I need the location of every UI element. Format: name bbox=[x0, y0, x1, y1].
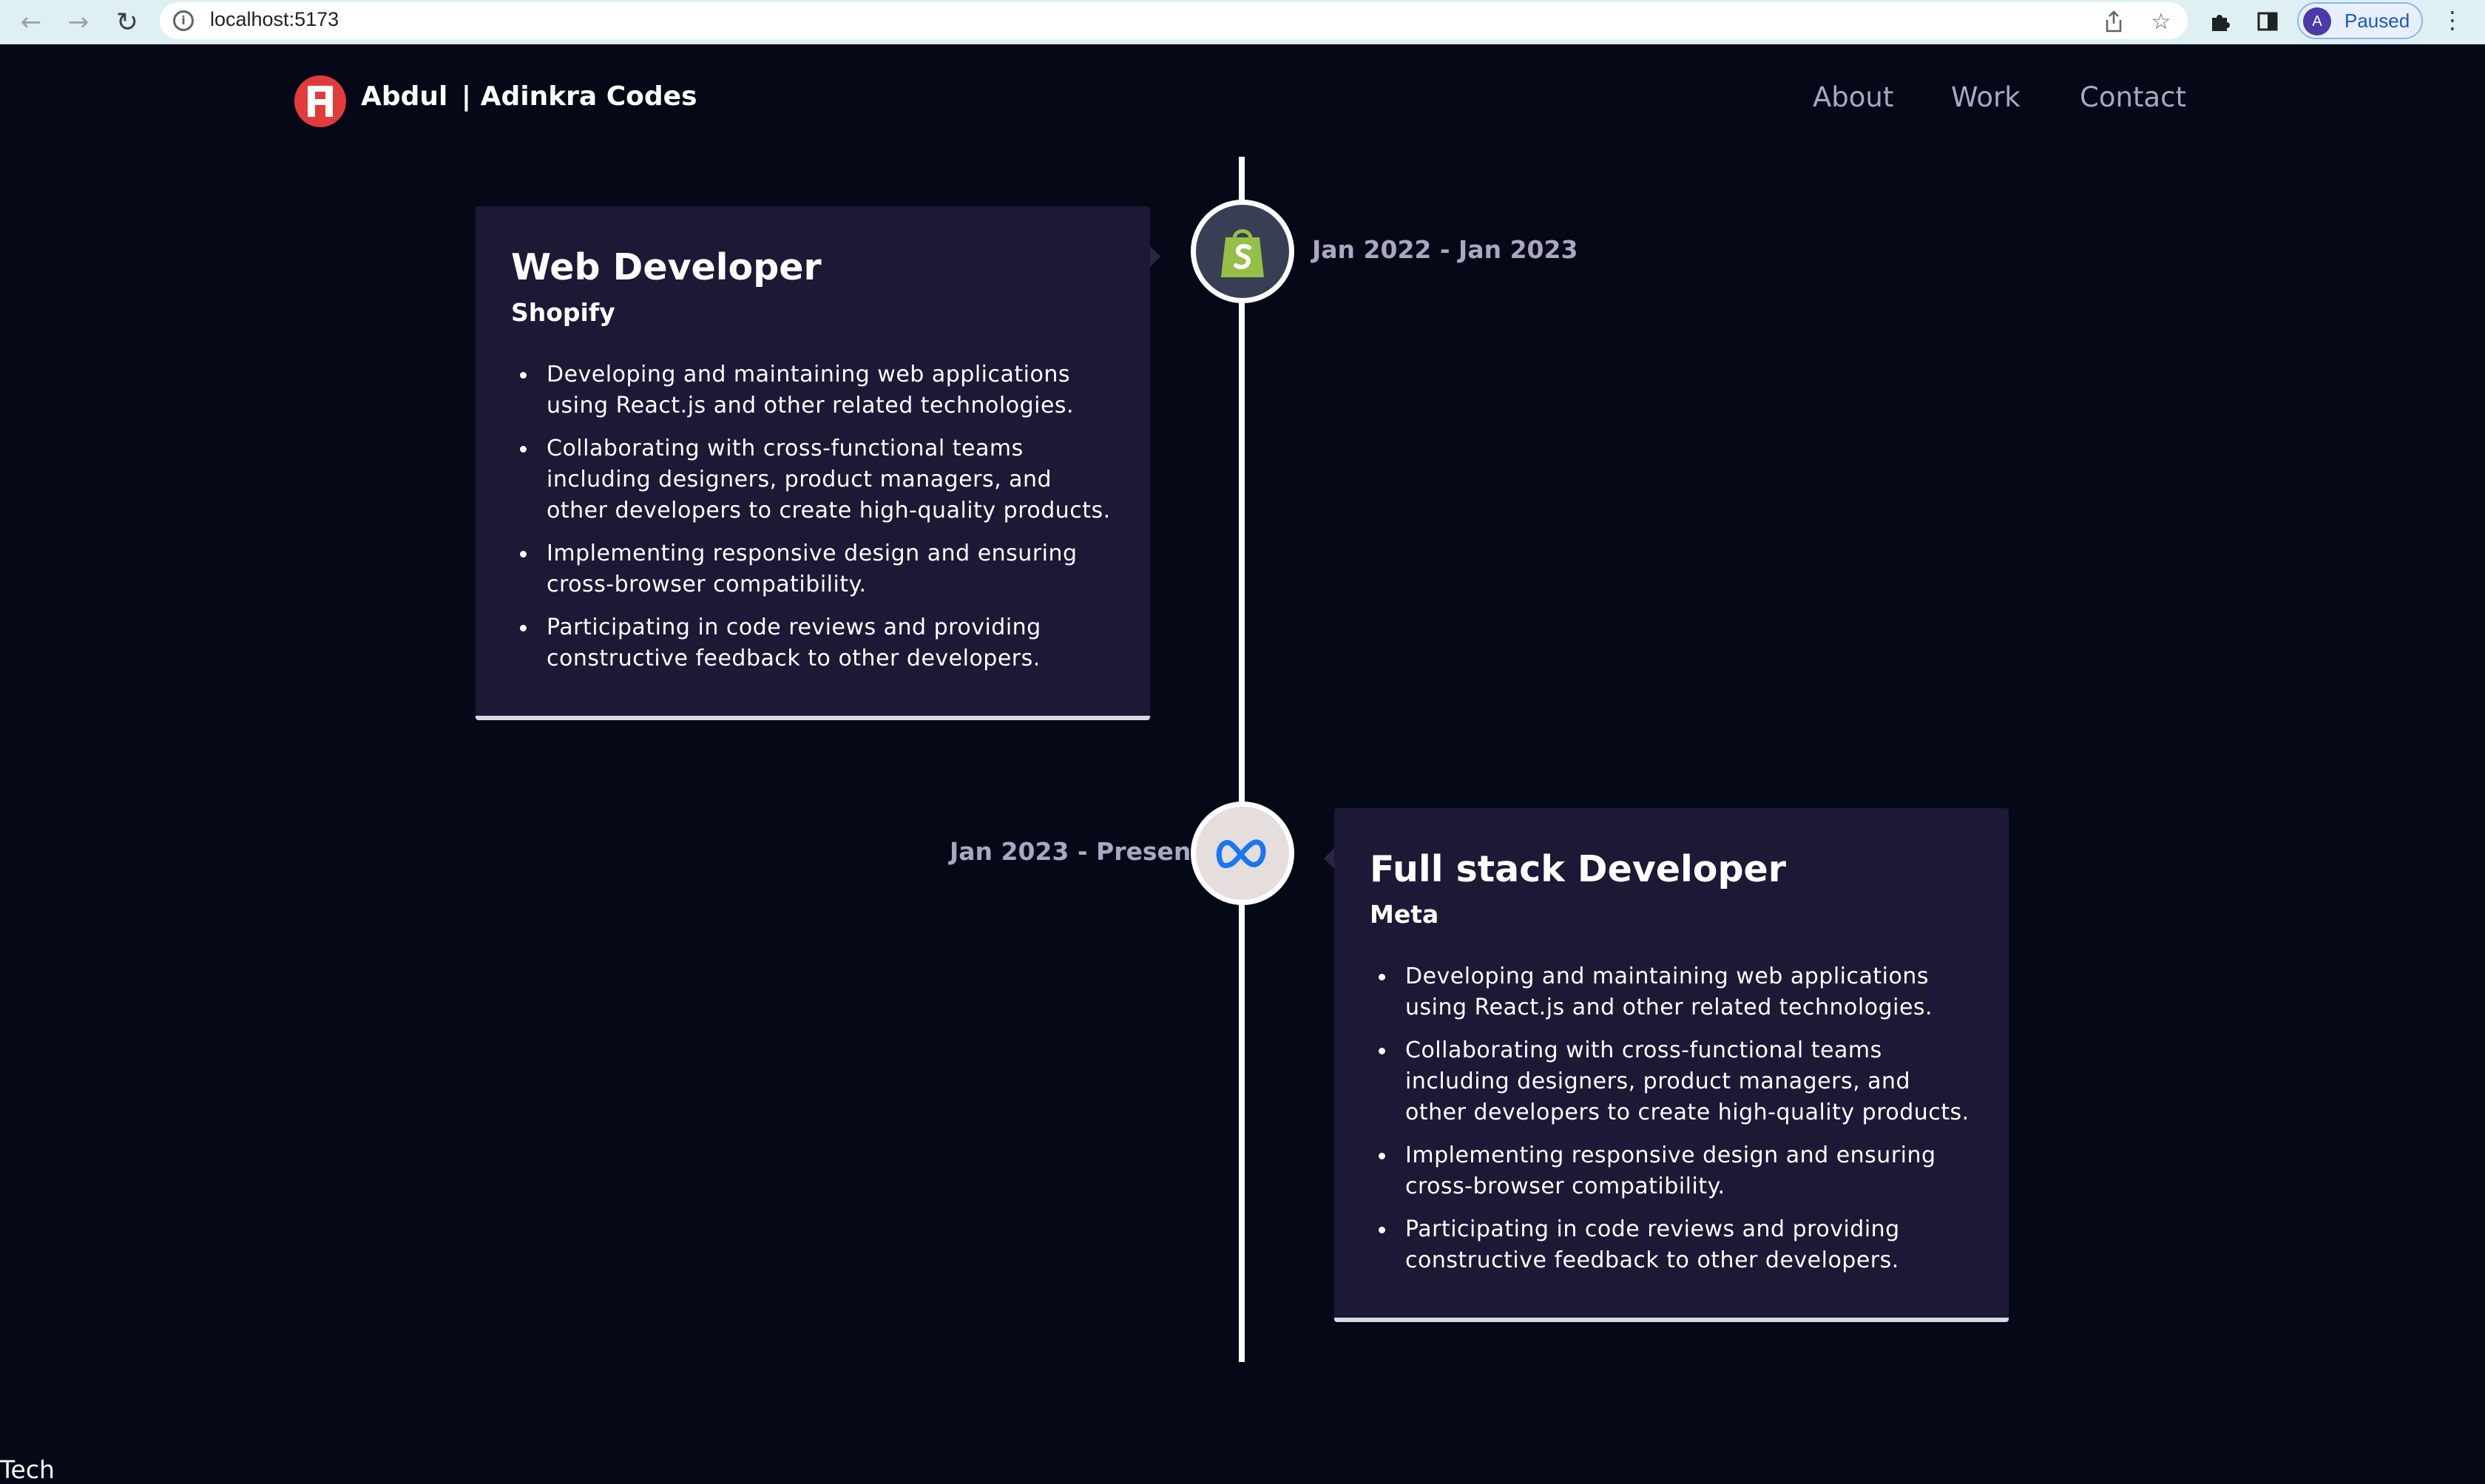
list-item: Developing and maintaining web applicati… bbox=[1370, 961, 1973, 1023]
nav-work[interactable]: Work bbox=[1951, 81, 2021, 113]
profile-status: Paused bbox=[2344, 10, 2410, 32]
card-points: Developing and maintaining web applicati… bbox=[1370, 961, 1973, 1276]
brand-title[interactable]: Abdul | Adinkra Codes bbox=[361, 81, 697, 112]
logo-icon[interactable] bbox=[294, 75, 346, 127]
experience-card-shopify: Web Developer Shopify Developing and mai… bbox=[476, 206, 1160, 720]
url-text[interactable]: localhost:5173 bbox=[210, 8, 339, 31]
card-title: Web Developer bbox=[511, 246, 822, 288]
kebab-menu-icon[interactable]: ⋮ bbox=[2438, 3, 2467, 40]
brand-suffix: | Adinkra Codes bbox=[461, 81, 697, 112]
browser-toolbar: ← → ↻ i localhost:5173 ☆ A Paused ⋮ bbox=[0, 0, 2485, 44]
card-company: Shopify bbox=[511, 297, 615, 327]
list-item: Participating in code reviews and provid… bbox=[511, 612, 1115, 674]
card-title: Full stack Developer bbox=[1370, 848, 1786, 890]
profile-button[interactable]: A Paused bbox=[2297, 2, 2423, 39]
list-item: Collaborating with cross-functional team… bbox=[511, 433, 1115, 526]
nav-about[interactable]: About bbox=[1813, 81, 1893, 113]
side-panel-icon[interactable] bbox=[2250, 4, 2285, 39]
timeline-line bbox=[1239, 157, 1245, 1362]
address-bar[interactable]: i localhost:5173 ☆ bbox=[160, 2, 2188, 39]
share-icon[interactable] bbox=[2099, 7, 2129, 36]
card-points: Developing and maintaining web applicati… bbox=[511, 359, 1115, 674]
shopify-bag-icon bbox=[1191, 200, 1294, 303]
brand-name: Abdul bbox=[361, 81, 448, 112]
nav-contact[interactable]: Contact bbox=[2080, 81, 2186, 113]
card-company: Meta bbox=[1370, 899, 1439, 929]
experience-date: Jan 2023 - Present bbox=[950, 837, 1203, 866]
list-item: Participating in code reviews and provid… bbox=[1370, 1214, 1973, 1276]
list-item: Collaborating with cross-functional team… bbox=[1370, 1035, 1973, 1128]
forward-arrow-icon[interactable]: → bbox=[59, 3, 98, 41]
avatar: A bbox=[2303, 7, 2331, 35]
reload-icon[interactable]: ↻ bbox=[108, 3, 146, 41]
experience-date: Jan 2022 - Jan 2023 bbox=[1312, 235, 1578, 264]
back-arrow-icon[interactable]: ← bbox=[12, 3, 50, 41]
puzzle-icon[interactable] bbox=[2202, 4, 2238, 39]
info-icon[interactable]: i bbox=[173, 10, 194, 31]
list-item: Implementing responsive design and ensur… bbox=[1370, 1140, 1973, 1202]
list-item: Developing and maintaining web applicati… bbox=[511, 359, 1115, 421]
list-item: Implementing responsive design and ensur… bbox=[511, 538, 1115, 600]
card-pointer bbox=[1324, 848, 1334, 869]
card-pointer bbox=[1150, 246, 1160, 267]
star-icon[interactable]: ☆ bbox=[2146, 7, 2176, 36]
experience-card-meta: Full stack Developer Meta Developing and… bbox=[1324, 808, 2009, 1322]
section-label: Tech bbox=[0, 1455, 55, 1484]
meta-infinity-icon bbox=[1191, 802, 1294, 905]
